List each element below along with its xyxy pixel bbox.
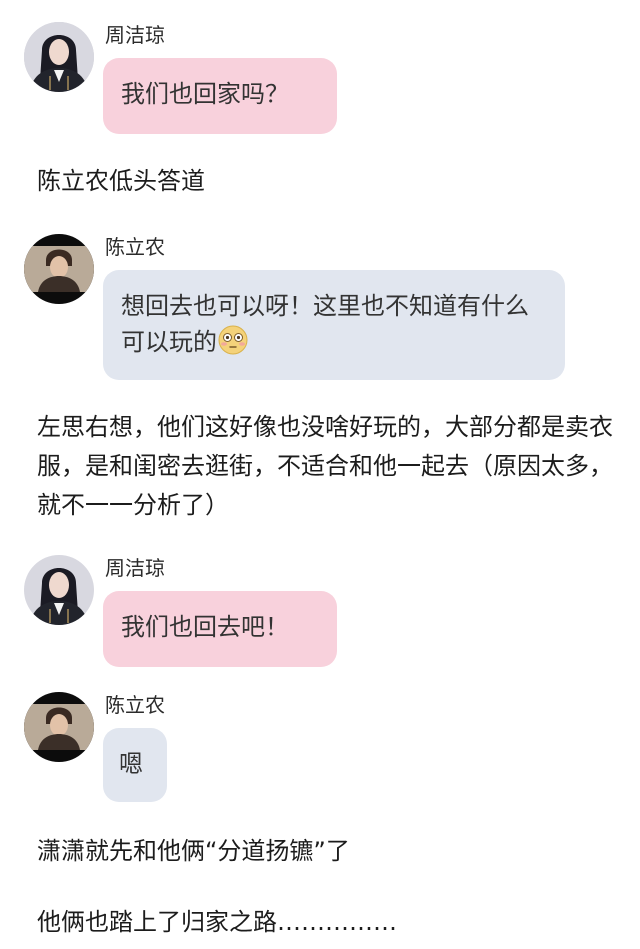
message-bubble: 想回去也可以呀！这里也不知道有什么可以玩的 bbox=[103, 270, 565, 380]
flushed-face-icon bbox=[217, 324, 249, 356]
message-text: 我们也回去吧！ bbox=[121, 613, 289, 641]
chat-message: 周洁琼 我们也回家吗？ bbox=[24, 22, 616, 134]
message-text: 想回去也可以呀！这里也不知道有什么可以玩的 bbox=[121, 292, 529, 356]
message-bubble: 我们也回去吧！ bbox=[103, 591, 337, 667]
sender-name: 陈立农 bbox=[105, 235, 165, 259]
chat-message: 陈立农 嗯 bbox=[24, 692, 616, 804]
narration-text: 左思右想，他们这好像也没啥好玩的，大部分都是卖衣服，是和闺密去逛街，不适合和他一… bbox=[37, 413, 613, 519]
chat-message: 周洁琼 我们也回去吧！ bbox=[24, 555, 616, 667]
sender-name: 周洁琼 bbox=[105, 556, 165, 580]
avatar[interactable] bbox=[24, 22, 94, 92]
message-bubble: 嗯 bbox=[103, 728, 167, 802]
avatar[interactable] bbox=[24, 234, 94, 304]
story-page: 周洁琼 我们也回家吗？ 陈立农低头答道 陈立农 想回去也可以呀！这里也不知道有什… bbox=[0, 0, 640, 949]
avatar[interactable] bbox=[24, 555, 94, 625]
avatar[interactable] bbox=[24, 692, 94, 762]
narration-text: 陈立农低头答道 bbox=[37, 167, 205, 195]
narration-text: 他俩也踏上了归家之路…………… bbox=[37, 908, 397, 936]
message-bubble: 我们也回家吗？ bbox=[103, 58, 337, 134]
sender-name: 陈立农 bbox=[105, 693, 165, 717]
narration-text: 潇潇就先和他俩“分道扬镳”了 bbox=[37, 837, 350, 865]
sender-name: 周洁琼 bbox=[105, 23, 165, 47]
message-text: 嗯 bbox=[119, 750, 143, 778]
chat-message: 陈立农 想回去也可以呀！这里也不知道有什么可以玩的 bbox=[24, 234, 616, 384]
message-text: 我们也回家吗？ bbox=[121, 80, 289, 108]
